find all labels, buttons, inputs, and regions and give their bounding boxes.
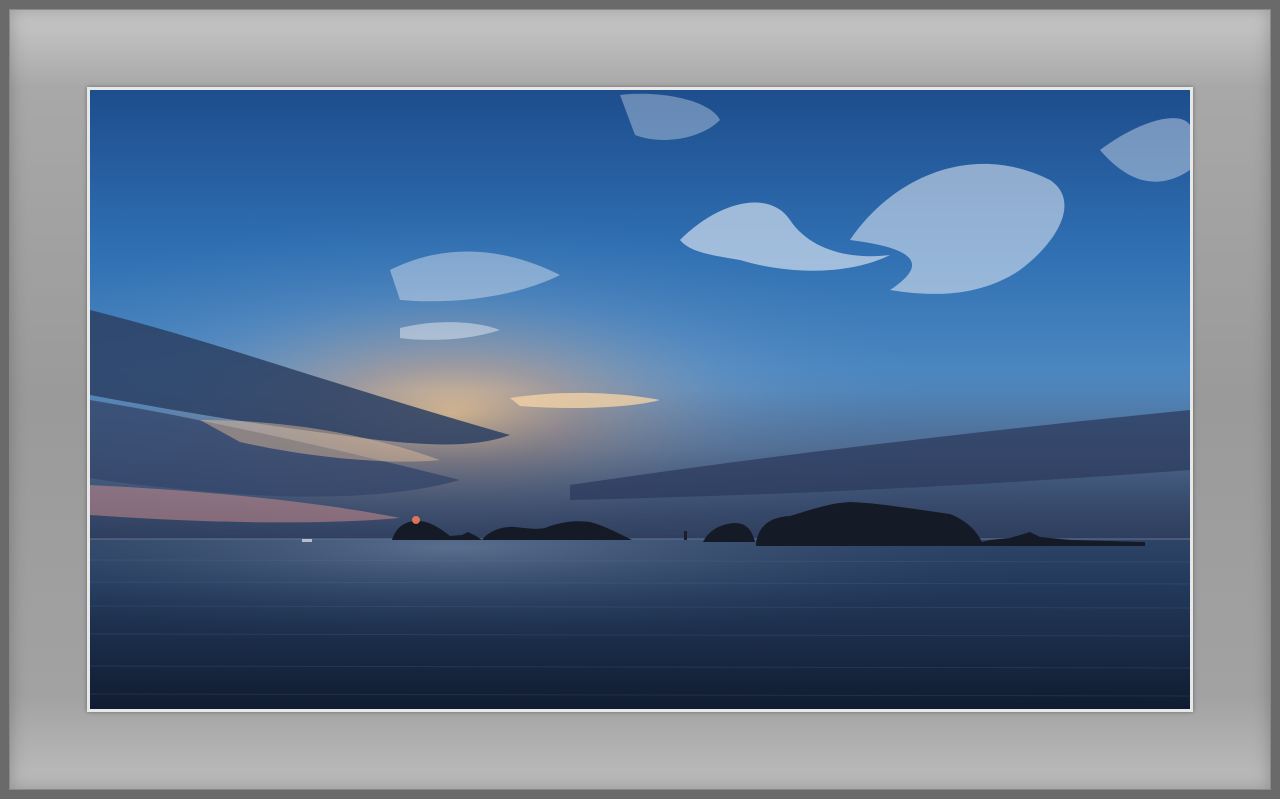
photo (90, 90, 1190, 709)
setting-sun (412, 516, 420, 524)
boat (302, 539, 312, 542)
sea-reflection (90, 539, 1190, 709)
lighthouse-buoy (684, 531, 687, 540)
picture-frame (0, 0, 1280, 799)
seascape-image (90, 90, 1190, 709)
